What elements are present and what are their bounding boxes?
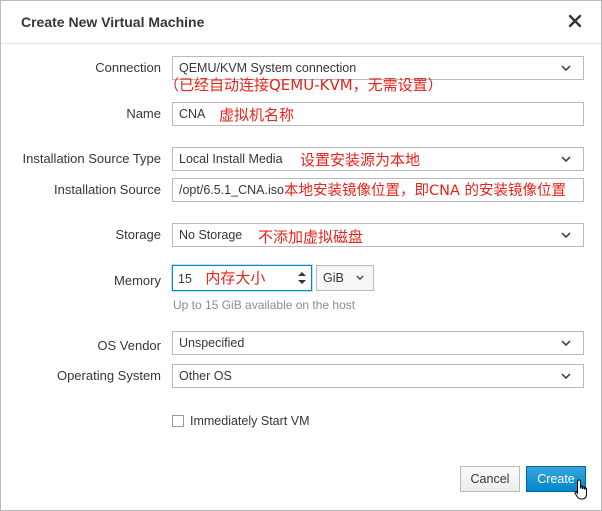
close-icon[interactable] <box>565 11 585 31</box>
storage-select[interactable]: No Storage <box>172 223 584 247</box>
os-label: Operating System <box>56 368 161 383</box>
memory-value: 15 <box>178 272 192 286</box>
storage-note: 不添加虚拟磁盘 <box>258 228 364 246</box>
install-source-label: Installation Source <box>54 182 161 197</box>
connection-note: （已经自动连接QEMU-KVM，无需设置） <box>164 76 443 94</box>
memory-note: 内存大小 <box>205 269 266 287</box>
memory-unit-value: GiB <box>323 271 344 285</box>
cancel-button[interactable]: Cancel <box>460 466 520 492</box>
os-vendor-value: Unspecified <box>179 336 245 350</box>
hand-cursor-icon <box>574 479 587 500</box>
memory-helper-text: Up to 15 GiB available on the host <box>173 298 356 312</box>
os-vendor-select[interactable]: Unspecified <box>172 331 584 355</box>
dialog-header: Create New Virtual Machine <box>1 1 601 44</box>
spinner-icon[interactable] <box>297 270 307 286</box>
install-type-note: 设置安装源为本地 <box>300 151 421 169</box>
install-type-value: Local Install Media <box>179 152 283 166</box>
connection-value: QEMU/KVM System connection <box>179 61 357 75</box>
memory-input[interactable]: 15 内存大小 <box>172 265 312 291</box>
os-vendor-label: OS Vendor <box>97 338 161 353</box>
chevron-down-icon <box>561 65 571 71</box>
memory-label: Memory <box>114 273 161 288</box>
chevron-down-icon <box>561 340 571 346</box>
name-note: 虚拟机名称 <box>219 106 295 124</box>
install-source-value: /opt/6.5.1_CNA.iso <box>179 183 284 197</box>
chevron-down-icon <box>561 156 571 162</box>
start-vm-checkbox[interactable] <box>172 415 184 427</box>
chevron-down-icon <box>561 232 571 238</box>
connection-label: Connection <box>95 60 161 75</box>
storage-value: No Storage <box>179 228 243 242</box>
dialog-title: Create New Virtual Machine <box>21 14 205 30</box>
chevron-down-icon <box>356 275 364 280</box>
memory-unit-select[interactable]: GiB <box>316 265 374 291</box>
os-select[interactable]: Other OS <box>172 364 584 388</box>
os-value: Other OS <box>179 369 232 383</box>
storage-label: Storage <box>115 227 161 242</box>
create-vm-dialog: Create New Virtual Machine Connection QE… <box>0 0 602 511</box>
install-type-label: Installation Source Type <box>22 151 161 166</box>
name-label: Name <box>126 106 161 121</box>
install-source-note: 本地安装镜像位置，即CNA 的安装镜像位置 <box>284 183 566 199</box>
name-value: CNA <box>179 107 206 121</box>
start-vm-label[interactable]: Immediately Start VM <box>190 414 309 428</box>
chevron-down-icon <box>561 373 571 379</box>
